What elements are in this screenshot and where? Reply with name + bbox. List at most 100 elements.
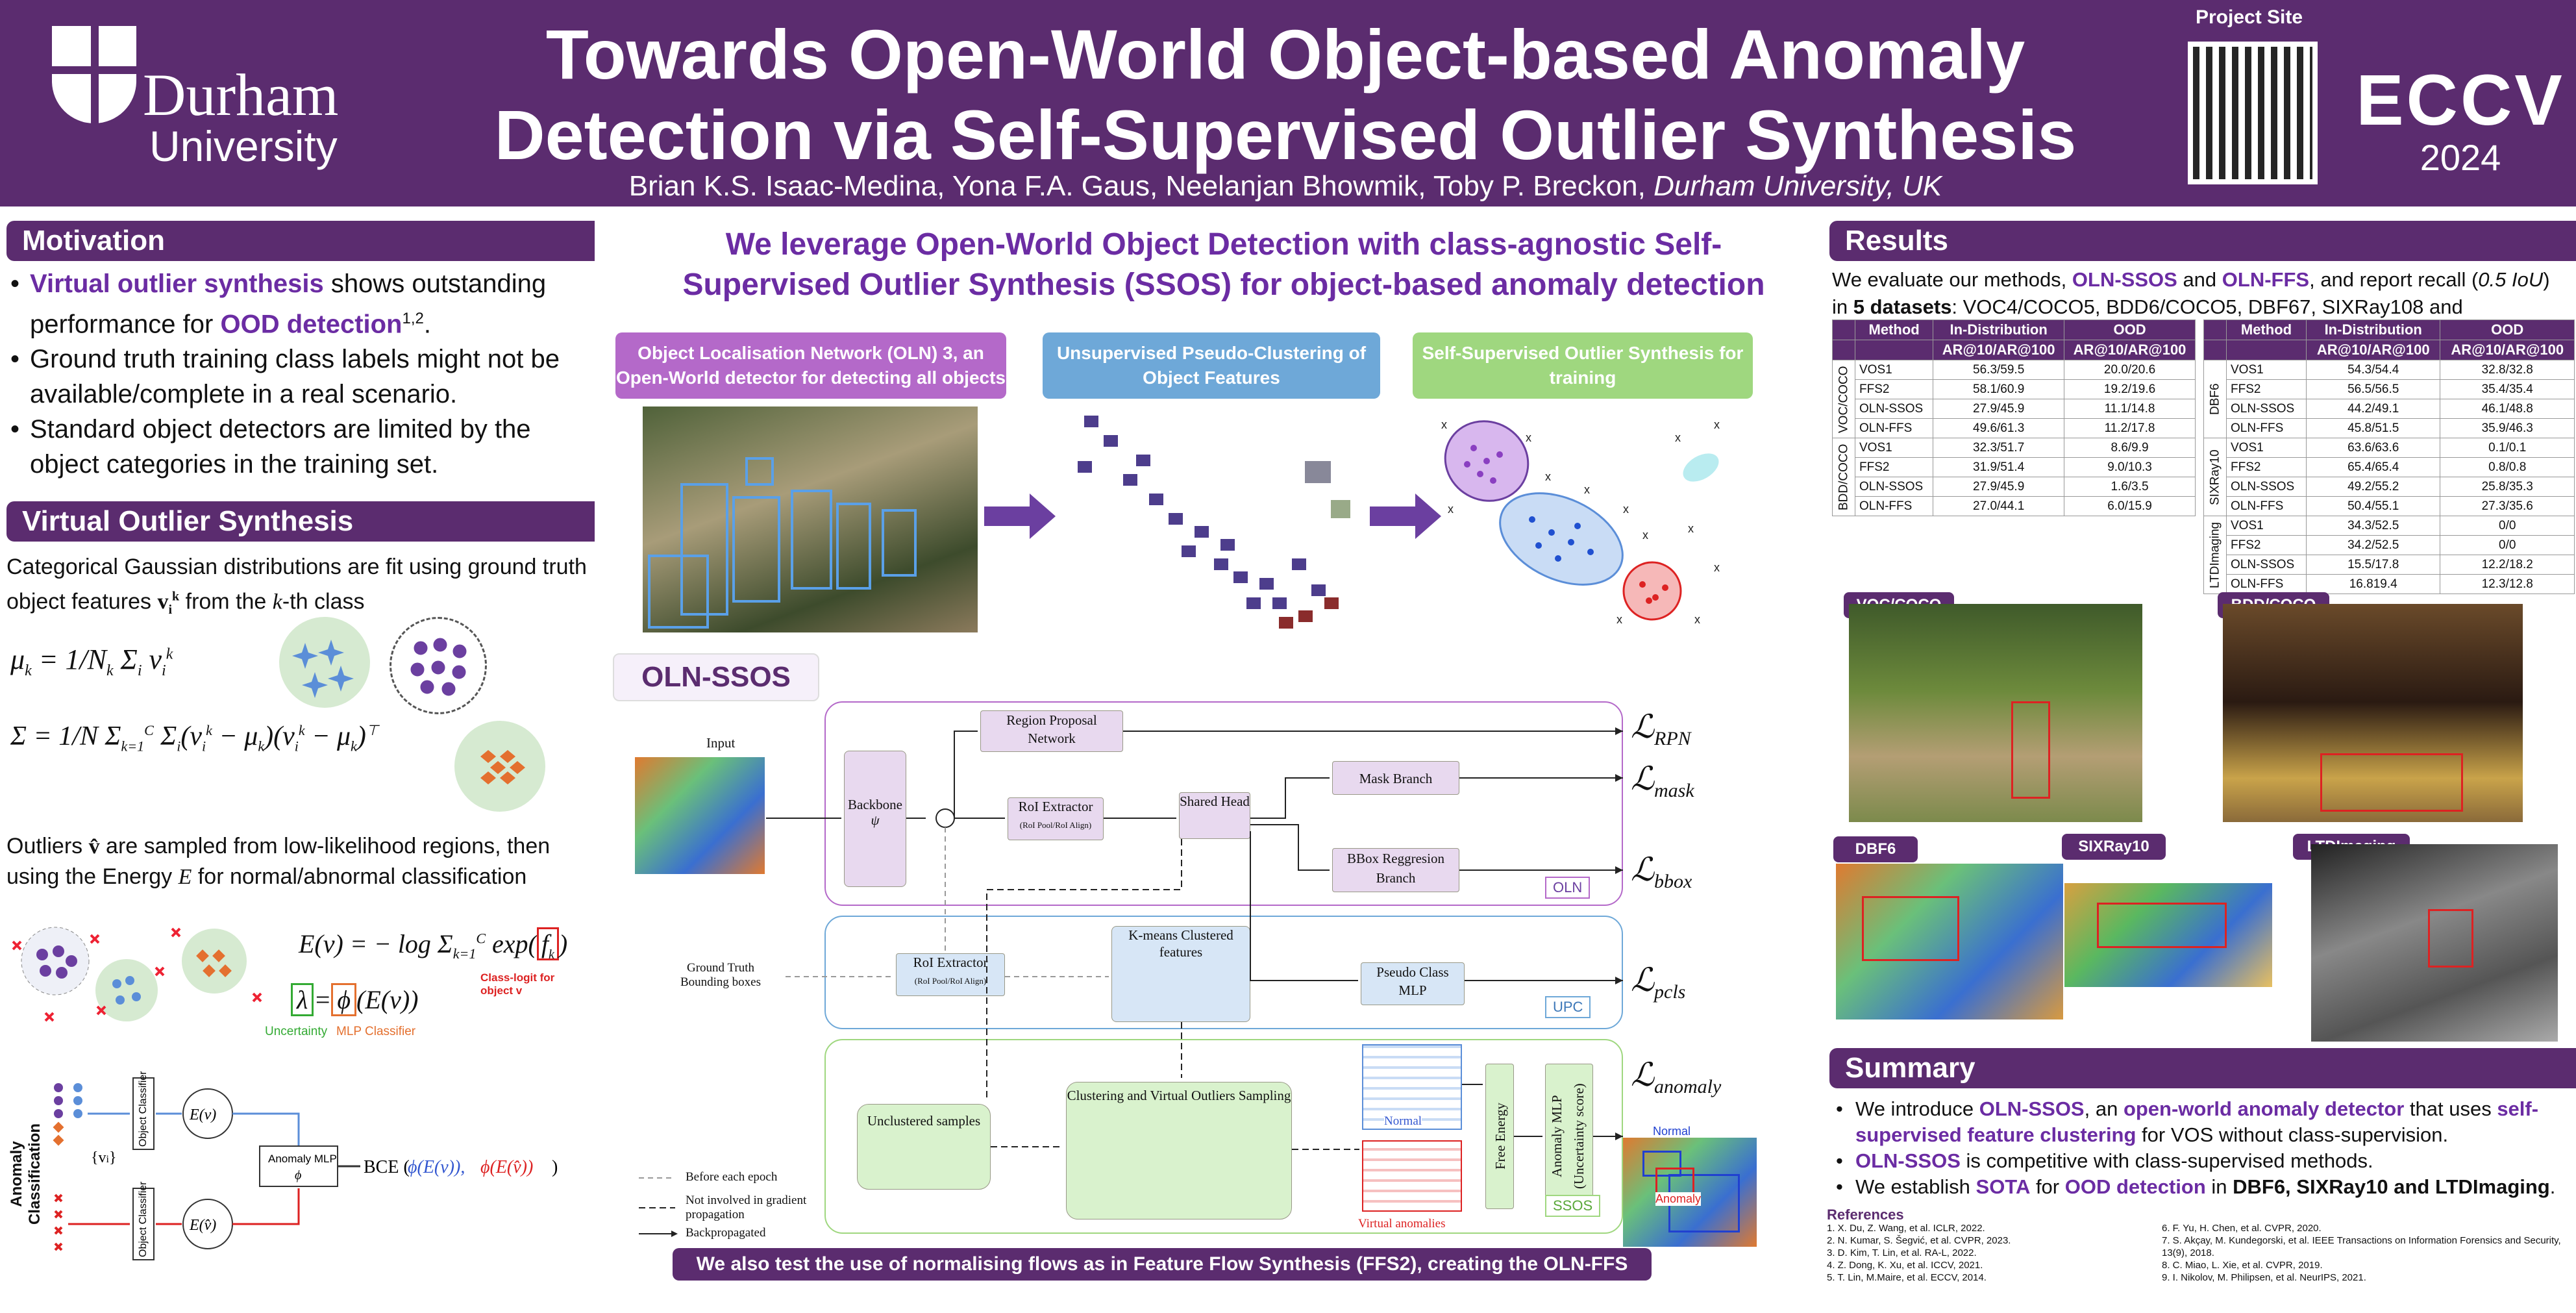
table-cell: 9.0/10.3 [2064, 457, 2196, 477]
table-cell: OLN-SSOS [1854, 477, 1934, 497]
s1d: open-world anomaly detector [2123, 1097, 2405, 1120]
svg-text:x: x [1623, 503, 1629, 516]
durham-shield-icon [52, 26, 136, 123]
motivation-title: Motivation [6, 221, 595, 261]
s3c: for [2030, 1175, 2065, 1198]
svg-text:Object Classifier: Object Classifier [138, 1181, 149, 1257]
center-headline: We leverage Open-World Object Detection … [610, 225, 1837, 305]
vos-p1c: -th class [282, 589, 365, 614]
table-cell: 27.0/44.1 [1933, 496, 2065, 516]
table-cell: 0.8/0.8 [2440, 457, 2575, 477]
table-row: OLN-FFS 49.6/61.3 11.2/17.8 [1833, 418, 2196, 438]
table-cell: 0.1/0.1 [2440, 438, 2575, 458]
v-symbol: vik [157, 590, 180, 618]
reference-item: 3. D. Kim, T. Lin, et al. RA-L, 2022. [1827, 1247, 1977, 1258]
table-cell: 25.8/35.3 [2440, 477, 2575, 497]
s3e: in [2205, 1175, 2233, 1198]
table-cell: 8.6/9.9 [2064, 438, 2196, 458]
b1-end: . [423, 310, 431, 339]
s1g: for VOS without class-supervision. [2136, 1123, 2449, 1146]
group-label: SIXRay10 [2203, 438, 2227, 516]
table-row: OLN-FFS 16.819.4 12.3/12.8 [2204, 574, 2575, 594]
table-cell: 0/0 [2440, 516, 2575, 536]
legend-backprop: Backpropagated [686, 1226, 766, 1240]
results-table-left: Method In-Distribution OOD AR@10/AR@100 AR@1… [1832, 319, 2196, 516]
results-table-right: Method In-Distribution OOD AR@10/AR@100 AR@1… [2203, 319, 2575, 594]
ltd-anomaly-box [2428, 909, 2473, 968]
svg-text:x: x [1675, 431, 1681, 444]
group-label: DBF6 [2203, 360, 2227, 438]
s3g: . [2549, 1175, 2556, 1198]
table-row: OLN-SSOS 44.2/49.1 46.1/48.8 [2204, 399, 2575, 419]
b1-sup: 1,2 [402, 310, 424, 327]
summary-bullet-3: We establish SOTA for OOD detection in D… [1832, 1174, 2576, 1200]
refs-right: 6. F. Yu, H. Chen, et al. CVPR, 2020. 7. … [2162, 1222, 2564, 1284]
table-row: FFS2 34.2/52.5 0/0 [2204, 535, 2575, 555]
table-cell: OLN-FFS [1854, 418, 1934, 438]
vos-title: Virtual Outlier Synthesis [6, 501, 595, 542]
arrow-right-icon [984, 494, 1056, 539]
table-row: OLN-SSOS 49.2/55.2 25.8/35.3 [2204, 477, 2575, 497]
svg-text:x: x [1688, 522, 1694, 535]
hl-ood: OOD detection [220, 310, 402, 339]
phi-equation: λ = ϕ (E(v)) [291, 983, 419, 1016]
e-symbol: E [178, 865, 192, 889]
s1e: that uses [2404, 1097, 2497, 1120]
pill-clustering: Unsupervised Pseudo-Clustering of Object… [1043, 332, 1380, 399]
dbf-anomaly-box [1862, 896, 1959, 961]
results-intro-3: ) [2543, 268, 2550, 291]
logo-name: Durham [143, 62, 339, 128]
results-m2: OLN-FFS [2222, 268, 2310, 291]
reference-item: 2. N. Kumar, S. Šegvić, et al. CVPR, 202… [1827, 1235, 2011, 1246]
results-intro-1: We evaluate our methods, [1832, 268, 2072, 291]
mlp-classifier-label: MLP Classifier [336, 1025, 416, 1038]
table-cell: 65.4/65.4 [2305, 457, 2441, 477]
table-cell: 0/0 [2440, 535, 2575, 555]
table-row: OLN-FFS 50.4/55.1 27.3/35.6 [2204, 496, 2575, 516]
table-cell: 32.8/32.8 [2440, 360, 2575, 380]
reference-item: 8. C. Miao, L. Xie, et al. CVPR, 2019. [2162, 1260, 2323, 1271]
headline-line-1: We leverage Open-World Object Detection … [725, 227, 1722, 262]
results-intro-2: , and report recall ( [2309, 268, 2479, 291]
voc-anomaly-box [2011, 701, 2050, 799]
architecture-diagram: Input Backbone ψ Region Proposal Network … [610, 695, 1844, 1247]
table-cell: VOS1 [2226, 438, 2307, 458]
gaussian-ring-cluster-icon [390, 617, 487, 714]
table-row: OLN-SSOS 27.9/45.9 1.6/3.5 [1833, 477, 2196, 497]
summary-bullet-1: We introduce OLN-SSOS, an open-world ano… [1832, 1096, 2576, 1148]
conf-name: ECCV [2356, 60, 2565, 140]
k-symbol: k [272, 590, 282, 614]
svg-text:E(v): E(v) [189, 1107, 216, 1123]
group-label: VOC/COCO [1832, 360, 1855, 438]
motivation-bullet-1: Virtual outlier synthesis shows outstand… [6, 266, 595, 342]
table-row: OLN-FFS 27.0/44.1 6.0/15.9 [1833, 496, 2196, 516]
table-cell: 56.5/56.5 [2305, 379, 2441, 399]
table-cell: 6.0/15.9 [2064, 496, 2196, 516]
table-cell: 34.3/52.5 [2305, 516, 2441, 536]
summary-bullet-2: OLN-SSOS is competitive with class-super… [1832, 1148, 2576, 1174]
table-cell: FFS2 [1854, 379, 1934, 399]
table-cell: 20.0/20.6 [2064, 360, 2196, 380]
table-cell: VOS1 [2226, 516, 2307, 536]
th-ar: AR@10/AR@100 [2064, 340, 2196, 360]
svg-text:E(v̂): E(v̂) [189, 1217, 216, 1234]
table-cell: VOS1 [1854, 360, 1934, 380]
headline-line-2: Supervised Outlier Synthesis (SSOS) for … [682, 268, 1765, 302]
affiliation: Durham University, UK [1653, 170, 1942, 202]
svg-text:x: x [1714, 418, 1720, 431]
vos-p1b: from the [185, 589, 267, 614]
table-cell: 15.5/17.8 [2305, 555, 2441, 575]
table-cell: 12.2/18.2 [2440, 555, 2575, 575]
gaussian-diamond-cluster-icon [454, 721, 545, 812]
table-cell: 34.2/52.5 [2305, 535, 2441, 555]
table-row: FFS2 65.4/65.4 0.8/0.8 [2204, 457, 2575, 477]
table-cell: OLN-FFS [2226, 574, 2307, 594]
pseudo-cluster-image [1065, 403, 1389, 643]
table-cell: 12.3/12.8 [2440, 574, 2575, 594]
group-label: BDD/COCO [1832, 438, 1855, 516]
qr-code-icon[interactable] [2188, 42, 2318, 184]
table-row: SIXRay10 VOS1 63.6/63.6 0.1/0.1 [2203, 438, 2575, 516]
gaussian-star-cluster-icon [279, 617, 370, 708]
refs-left: 1. X. Du, Z. Wang, et al. ICLR, 2022. 2. … [1827, 1222, 2151, 1284]
img-tag-six: SIXRay10 [2062, 834, 2166, 860]
